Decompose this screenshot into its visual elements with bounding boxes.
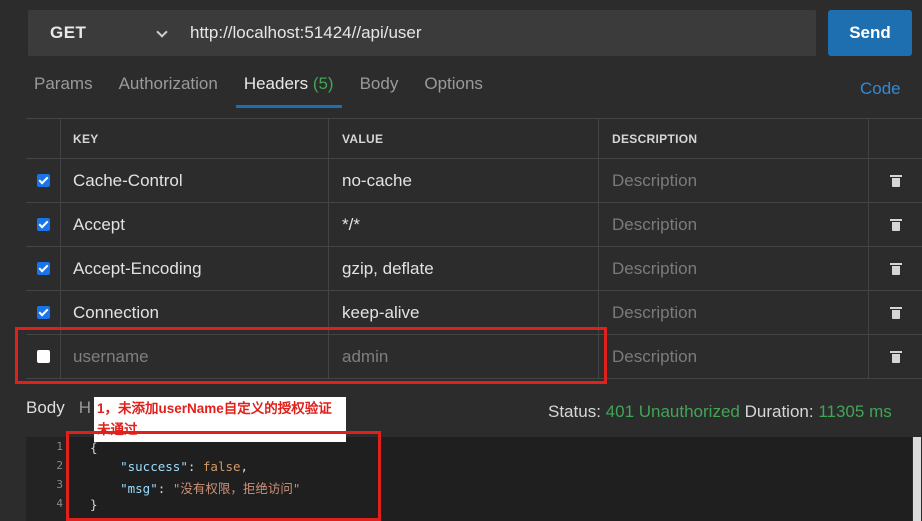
tab-authorization[interactable]: Authorization	[111, 70, 226, 108]
row-checkbox[interactable]	[36, 174, 50, 187]
header-description-input[interactable]: Description	[599, 247, 869, 290]
request-tabs: Params Authorization Headers (5) Body Op…	[26, 70, 501, 110]
row-checkbox[interactable]	[36, 306, 50, 319]
column-header-key: KEY	[61, 119, 329, 158]
table-row: Cache-Control no-cache Description	[26, 159, 922, 203]
highlight-frame-username-row	[15, 327, 607, 384]
trash-icon[interactable]	[889, 306, 902, 319]
tab-options[interactable]: Options	[416, 70, 491, 108]
method-label: GET	[50, 23, 87, 42]
header-description-input[interactable]: Description	[599, 291, 869, 334]
line-number: 1	[56, 440, 63, 453]
tab-params[interactable]: Params	[26, 70, 101, 108]
header-value-input[interactable]: gzip, deflate	[329, 247, 599, 290]
tab-body[interactable]: Body	[352, 70, 407, 108]
header-key-input[interactable]: Cache-Control	[61, 159, 329, 202]
header-key-input[interactable]: Accept	[61, 203, 329, 246]
row-checkbox[interactable]	[36, 262, 50, 275]
header-description-input[interactable]: Description	[599, 203, 869, 246]
duration-value: 11305 ms	[818, 402, 892, 421]
url-input[interactable]: http://localhost:51424//api/user	[176, 10, 816, 56]
row-checkbox[interactable]	[36, 218, 50, 231]
line-number: 4	[56, 497, 63, 510]
chevron-down-icon	[156, 26, 168, 38]
header-value-input[interactable]: no-cache	[329, 159, 599, 202]
duration-label: Duration:	[744, 402, 814, 421]
trash-icon[interactable]	[889, 174, 902, 187]
table-header-row: KEY VALUE DESCRIPTION	[26, 119, 922, 159]
header-key-input[interactable]: Accept-Encoding	[61, 247, 329, 290]
tab-response-headers[interactable]: H	[79, 398, 91, 418]
trash-icon[interactable]	[889, 218, 902, 231]
line-number: 2	[56, 459, 63, 472]
highlight-frame-response	[66, 431, 381, 521]
line-number: 3	[56, 478, 63, 491]
tab-headers[interactable]: Headers (5)	[235, 70, 342, 108]
status-label: Status:	[548, 402, 601, 421]
editor-scrollbar[interactable]	[912, 437, 922, 521]
table-row: Accept */* Description	[26, 203, 922, 247]
status-value: 401 Unauthorized	[605, 402, 740, 421]
column-header-description: DESCRIPTION	[599, 119, 869, 158]
line-number-gutter: 1 2 3 4	[26, 437, 70, 521]
code-link[interactable]: Code	[860, 79, 901, 99]
headers-count-badge: (5)	[312, 74, 334, 93]
header-description-input[interactable]: Description	[599, 335, 869, 378]
method-select[interactable]: GET	[28, 10, 176, 56]
table-row: Accept-Encoding gzip, deflate Descriptio…	[26, 247, 922, 291]
column-header-value: VALUE	[329, 119, 599, 158]
header-description-input[interactable]: Description	[599, 159, 869, 202]
status-line: Status: 401 Unauthorized Duration: 11305…	[548, 402, 892, 422]
tab-response-body[interactable]: Body	[26, 398, 65, 418]
trash-icon[interactable]	[889, 350, 902, 363]
send-button[interactable]: Send	[828, 10, 912, 56]
trash-icon[interactable]	[889, 262, 902, 275]
header-value-input[interactable]: */*	[329, 203, 599, 246]
